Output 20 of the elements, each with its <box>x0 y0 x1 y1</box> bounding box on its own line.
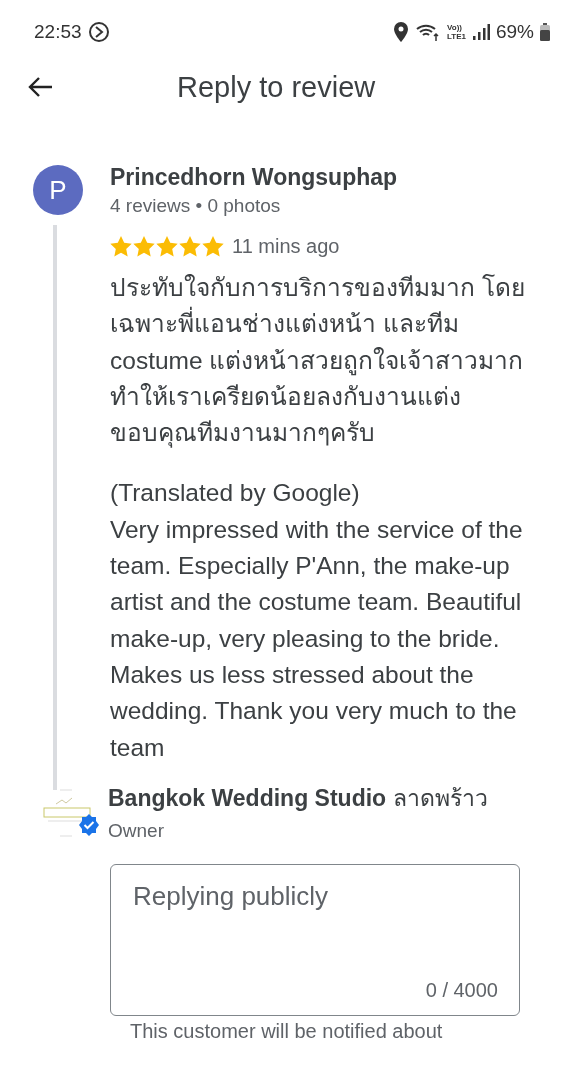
battery-icon <box>540 23 550 41</box>
signal-icon <box>471 23 490 41</box>
wifi-icon <box>415 22 441 42</box>
network-label: Vo)) LTE1 <box>447 23 466 41</box>
user-avatar: P <box>33 165 83 215</box>
review-text: (Translated by Google) Very impressed with the service of the team. Especially P'Ann, the make-up artist and the costume team. Beautiful make-up, very pleasing to the bride. Makes us less stressed about the wedding. Thank you very much to the team <box>110 478 524 763</box>
reviewer-name: Princedhorn Wongsuphap <box>110 164 399 191</box>
review-time: 11 mins ago <box>232 235 340 258</box>
reviewer-meta: 4 reviews • 0 photos <box>110 195 282 217</box>
location-icon <box>393 22 409 42</box>
review-text: ประทับใจกับการบริการของทีมมาก โดยเฉพาะพี่แอนช่างแต่งหน้า และทีม costume แต่งหน้าสวยถูกใจเจ้าสาวมาก ทำให้เราเครียดน้อยลงกับงานแต่ง ขอบคุณทีมงานมากๆครับ <box>110 273 526 450</box>
studio-logo-icon <box>40 787 94 838</box>
character-counter: 0 / 4000 <box>425 978 498 1002</box>
page-title: Reply to review <box>177 70 376 104</box>
owner-name: Bangkok Wedding Studio ลาดพร้าว <box>108 783 488 813</box>
battery-percent: 69% <box>495 21 534 43</box>
back-arrow-icon[interactable] <box>27 76 53 98</box>
owner-role: Owner <box>108 819 165 842</box>
status-time: 22:53 <box>34 21 82 43</box>
notice-text: This customer will be notified about <box>130 1019 444 1043</box>
